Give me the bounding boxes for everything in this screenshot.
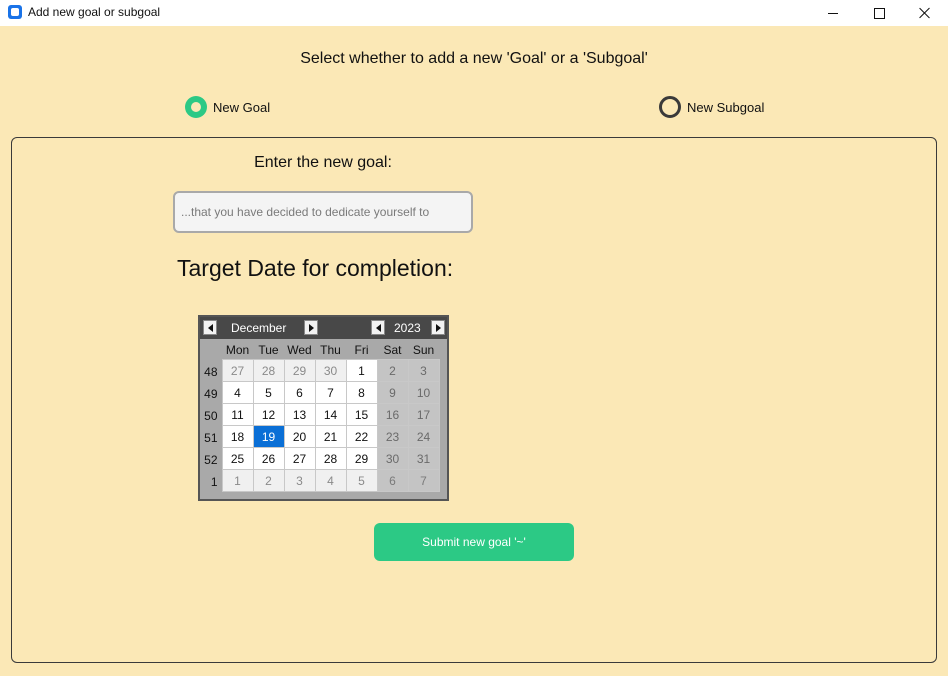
calendar-day[interactable]: 20 — [283, 425, 316, 448]
calendar-day[interactable]: 9 — [376, 381, 409, 404]
calendar-day[interactable]: 5 — [252, 381, 285, 404]
weekday-label: Mon — [225, 343, 250, 357]
calendar-day[interactable]: 6 — [376, 469, 409, 492]
calendar-week-row: 1 1 2 3 4 5 6 7 — [200, 469, 440, 492]
maximize-button[interactable] — [856, 0, 902, 26]
next-month-button[interactable] — [304, 320, 318, 335]
calendar-day[interactable]: 1 — [221, 469, 254, 492]
calendar-day[interactable]: 13 — [283, 403, 316, 426]
calendar-day[interactable]: 5 — [345, 469, 378, 492]
radio-unselected-icon — [659, 96, 681, 118]
weekday-label: Wed — [287, 343, 312, 357]
calendar-day[interactable]: 17 — [407, 403, 440, 426]
calendar-day[interactable]: 8 — [345, 381, 378, 404]
calendar-day[interactable]: 25 — [221, 447, 254, 470]
radio-new-subgoal-label: New Subgoal — [687, 99, 765, 115]
calendar-day[interactable]: 24 — [407, 425, 440, 448]
weekday-label: Sun — [412, 343, 435, 357]
week-number: 48 — [200, 359, 222, 382]
week-number-header — [200, 341, 222, 360]
goal-form-frame — [11, 137, 937, 663]
calendar-header: December 2023 — [200, 317, 447, 339]
weekday-label: Fri — [354, 343, 369, 357]
close-button[interactable] — [902, 0, 948, 26]
calendar-day[interactable]: 2 — [376, 359, 409, 382]
calendar-day[interactable]: 27 — [221, 359, 254, 382]
target-date-label: Target Date for completion: — [177, 255, 454, 281]
calendar-day[interactable]: 6 — [283, 381, 316, 404]
title-bar: Add new goal or subgoal — [0, 0, 948, 26]
calendar-day[interactable]: 28 — [252, 359, 285, 382]
prev-month-button[interactable] — [203, 320, 217, 335]
calendar-day[interactable]: 3 — [283, 469, 316, 492]
calendar-day[interactable]: 10 — [407, 381, 440, 404]
calendar-day[interactable]: 29 — [345, 447, 378, 470]
calendar-day[interactable]: 7 — [314, 381, 347, 404]
calendar-day[interactable]: 29 — [283, 359, 316, 382]
week-number: 1 — [200, 469, 222, 492]
calendar-day[interactable]: 4 — [221, 381, 254, 404]
goal-input[interactable] — [173, 191, 473, 233]
window-title: Add new goal or subgoal — [28, 5, 161, 19]
weekday-label: Sat — [383, 343, 402, 357]
week-number: 49 — [200, 381, 222, 404]
calendar-day[interactable]: 15 — [345, 403, 378, 426]
next-year-button[interactable] — [431, 320, 445, 335]
weekday-label: Tue — [258, 343, 279, 357]
minimize-button[interactable] — [810, 0, 856, 26]
calendar-day[interactable]: 31 — [407, 447, 440, 470]
weekday-label: Thu — [320, 343, 341, 357]
radio-selected-icon — [185, 96, 207, 118]
calendar-day[interactable]: 30 — [376, 447, 409, 470]
calendar-day[interactable]: 23 — [376, 425, 409, 448]
prev-year-button[interactable] — [371, 320, 385, 335]
arrow-left-icon — [375, 323, 381, 332]
calendar-day[interactable]: 26 — [252, 447, 285, 470]
calendar-day[interactable]: 3 — [407, 359, 440, 382]
minimize-icon — [828, 12, 838, 14]
calendar-day[interactable]: 4 — [314, 469, 347, 492]
calendar-grid: Mon Tue Wed Thu Fri Sat Sun 48 27 28 29 … — [200, 341, 440, 492]
radio-new-subgoal[interactable]: New Subgoal — [659, 96, 764, 118]
week-number: 51 — [200, 425, 222, 448]
calendar-week-row: 51 18 19 20 21 22 23 24 — [200, 425, 440, 448]
calendar-week-row: 49 4 5 6 7 8 9 10 — [200, 381, 440, 404]
calendar-day[interactable]: 22 — [345, 425, 378, 448]
calendar-day[interactable]: 12 — [252, 403, 285, 426]
calendar-day[interactable]: 11 — [221, 403, 254, 426]
radio-new-goal-label: New Goal — [213, 99, 271, 115]
calendar-day-selected[interactable]: 19 — [252, 425, 285, 448]
calendar-day[interactable]: 28 — [314, 447, 347, 470]
app-icon — [8, 5, 22, 19]
calendar-day[interactable]: 7 — [407, 469, 440, 492]
close-icon — [919, 7, 931, 19]
calendar-year[interactable]: 2023 — [394, 321, 421, 335]
arrow-left-icon — [207, 323, 213, 332]
calendar-day[interactable]: 2 — [252, 469, 285, 492]
calendar-week-row: 52 25 26 27 28 29 30 31 — [200, 447, 440, 470]
calendar-day[interactable]: 18 — [221, 425, 254, 448]
week-number: 50 — [200, 403, 222, 426]
weekday-row: Mon Tue Wed Thu Fri Sat Sun — [200, 341, 439, 360]
calendar-month[interactable]: December — [231, 321, 286, 335]
calendar-day[interactable]: 21 — [314, 425, 347, 448]
submit-goal-button[interactable]: Submit new goal '~' — [374, 523, 574, 561]
week-number: 52 — [200, 447, 222, 470]
date-calendar: December 2023 Mon Tue Wed Thu Fri Sat Su… — [198, 315, 449, 501]
maximize-icon — [873, 7, 885, 19]
calendar-day[interactable]: 14 — [314, 403, 347, 426]
radio-new-goal[interactable]: New Goal — [185, 96, 270, 118]
mode-prompt: Select whether to add a new 'Goal' or a … — [300, 50, 648, 67]
arrow-right-icon — [435, 323, 441, 332]
calendar-day[interactable]: 30 — [314, 359, 347, 382]
goal-input-label: Enter the new goal: — [254, 154, 392, 171]
calendar-day[interactable]: 27 — [283, 447, 316, 470]
arrow-right-icon — [308, 323, 314, 332]
calendar-week-row: 50 11 12 13 14 15 16 17 — [200, 403, 440, 426]
calendar-day[interactable]: 16 — [376, 403, 409, 426]
calendar-week-row: 48 27 28 29 30 1 2 3 — [200, 359, 440, 382]
calendar-day[interactable]: 1 — [345, 359, 378, 382]
